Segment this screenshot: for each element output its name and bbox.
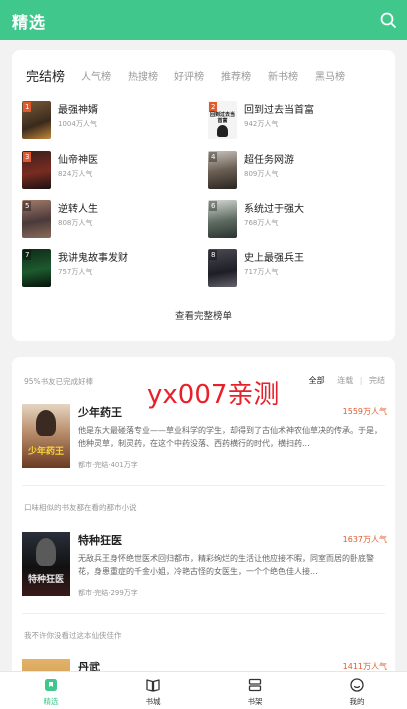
tab-good-reviews[interactable]: 好评榜 [174,68,204,83]
search-icon[interactable] [379,11,397,29]
bookshelf-icon [248,678,262,692]
cover-text: 回到过去当首富 [209,112,235,124]
book-cover: 2 回到过去当首富 [208,101,237,139]
bottom-tab-bar: 精选 书城 书架 我的 [0,671,407,709]
tab-label: 精选 [43,697,59,706]
rank-number: 2 [209,102,218,112]
rank-number: 7 [23,250,32,260]
rank-title: 超任务网游 [244,155,294,166]
book-title: 特种狂医 [78,534,122,547]
rank-number: 1 [23,102,32,112]
tab-label: 我的 [349,697,365,706]
book-cover: 1 [22,101,51,139]
watermark-text: yx007亲测 [147,380,280,410]
book-item[interactable]: 特种狂医 特种狂医 1637万人气 无敌兵王身怀绝世医术回归都市，精彩绚烂的生活… [22,532,387,604]
rank-title: 史上最强兵王 [244,253,304,264]
rank-item[interactable]: 2 回到过去当首富 回到过去当首富 942万人气 [208,101,388,141]
featured-icon [45,679,57,691]
cover-figure [36,410,56,436]
rank-number: 8 [209,250,218,260]
rank-popularity: 942万人气 [244,120,279,128]
rank-item[interactable]: 8 史上最强兵王 717万人气 [208,249,388,289]
rank-item[interactable]: 3 仙帝神医 824万人气 [22,151,202,191]
rank-popularity: 768万人气 [244,219,279,227]
book-cover: 5 [22,200,51,238]
rank-item[interactable]: 6 系统过于强大 768万人气 [208,200,388,240]
book-cover: 少年药王 [22,404,70,468]
cover-text: 少年药王 [27,447,64,457]
tab-hot-search[interactable]: 热搜榜 [128,68,158,83]
rank-popularity: 1004万人气 [58,120,97,128]
tab-popular[interactable]: 人气榜 [81,68,111,83]
cover-figure [217,125,228,137]
rank-popularity: 717万人气 [244,268,279,276]
section-title: 口味相似的书友都在看的都市小说 [24,503,137,512]
profile-icon [350,678,364,692]
tab-new-books[interactable]: 新书榜 [268,68,298,83]
ranking-tabs: 完结榜 人气榜 热搜榜 好评榜 推荐榜 新书榜 黑马榜 [12,66,395,86]
section-title: 95%书友已完成好棒 [24,377,94,386]
ranking-card: 完结榜 人气榜 热搜榜 好评榜 推荐榜 新书榜 黑马榜 1 最强神婿 1004万… [12,50,395,341]
divider [22,485,385,486]
rank-number: 6 [209,201,218,211]
book-cover: 3 [22,151,51,189]
filter-finished[interactable]: 完结 [369,376,385,385]
book-cover: 4 [208,151,237,189]
rank-number: 4 [209,152,218,162]
rank-item[interactable]: 7 我讲鬼故事发财 757万人气 [22,249,202,289]
book-title: 少年药王 [78,406,122,419]
status-filters: 全部 连载 | 完结 [299,375,385,386]
rank-item[interactable]: 1 最强神婿 1004万人气 [22,101,202,141]
rank-number: 5 [23,201,32,211]
filter-all[interactable]: 全部 [309,376,325,385]
rank-title: 系统过于强大 [244,204,304,215]
tab-label: 书城 [145,697,161,706]
rank-number: 3 [23,152,32,162]
rank-popularity: 808万人气 [58,219,93,227]
tab-book-city[interactable]: 书城 [123,672,183,709]
book-popularity: 1559万人气 [342,407,387,416]
tab-dark-horse[interactable]: 黑马榜 [315,68,345,83]
view-full-ranking-link[interactable]: 查看完整榜单 [12,308,395,322]
rank-title: 最强神婿 [58,105,98,116]
book-popularity: 1637万人气 [342,535,387,544]
rank-title: 回到过去当首富 [244,105,314,116]
filter-separator: | [359,376,363,385]
section-title: 我不许你没看过这本仙侠佳作 [24,631,122,640]
rank-item[interactable]: 4 超任务网游 809万人气 [208,151,388,191]
top-bar: 精选 [0,0,407,40]
filter-serializing[interactable]: 连载 [337,376,353,385]
rank-popularity: 809万人气 [244,170,279,178]
tab-finished[interactable]: 完结榜 [26,66,65,85]
tab-profile[interactable]: 我的 [327,672,387,709]
rank-item[interactable]: 5 逆转人生 808万人气 [22,200,202,240]
tab-label: 书架 [247,697,263,706]
book-item[interactable]: 少年药王 少年药王 1559万人气 他是东大最碰落专业——草业科学的学生，却得到… [22,404,387,476]
cover-text: 特种狂医 [27,575,64,585]
book-description: 他是东大最碰落专业——草业科学的学生，却得到了古仙术神农仙草决的传承。于是，他种… [78,426,382,448]
book-meta: 都市·完结·299万字 [78,589,138,597]
book-cover: 7 [22,249,51,287]
tab-recommended[interactable]: 推荐榜 [221,68,251,83]
book-cover: 6 [208,200,237,238]
book-description: 无敌兵王身怀绝世医术回归都市，精彩绚烂的生活让他应接不暇，同室而居的卧底警花，身… [78,554,374,576]
rank-title: 逆转人生 [58,204,98,215]
tab-featured[interactable]: 精选 [21,672,81,709]
rank-popularity: 757万人气 [58,268,93,276]
book-cover: 特种狂医 [22,532,70,596]
rank-title: 我讲鬼故事发财 [58,253,128,264]
divider [22,613,385,614]
cover-figure [36,538,56,566]
book-meta: 都市·完结·401万字 [78,461,138,469]
rank-title: 仙帝神医 [58,155,98,166]
book-city-icon [146,679,160,692]
tab-bookshelf[interactable]: 书架 [225,672,285,709]
page-title: 精选 [12,13,47,32]
book-cover: 8 [208,249,237,287]
rank-popularity: 824万人气 [58,170,93,178]
